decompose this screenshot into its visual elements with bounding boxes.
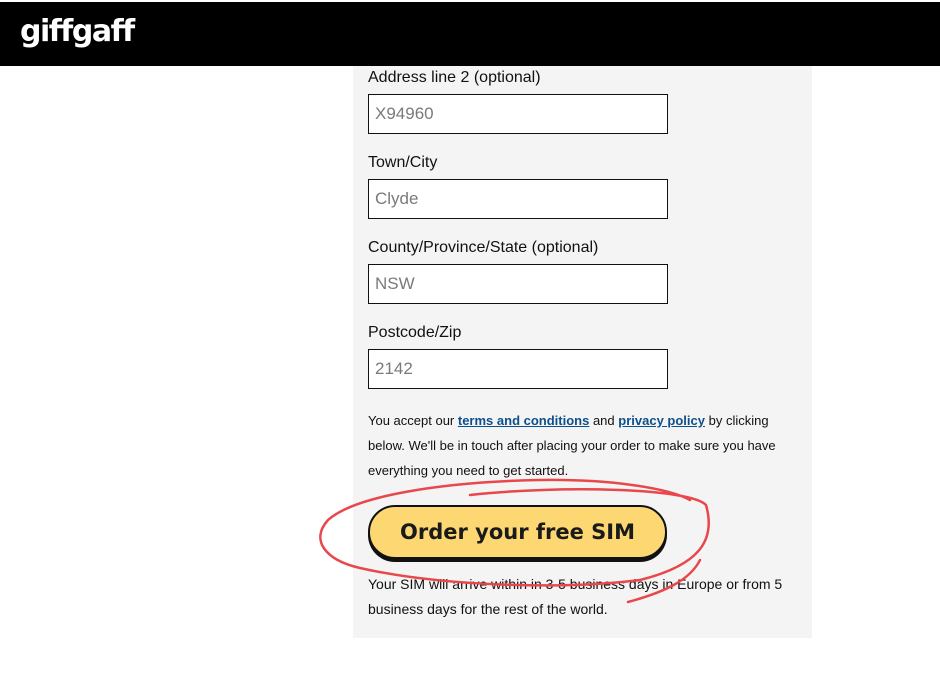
address-line-2-label: Address line 2 (optional)	[368, 69, 541, 86]
postcode-label: Postcode/Zip	[368, 324, 462, 341]
terms-prefix: You accept our	[368, 413, 458, 428]
site-header: giffgaff	[0, 2, 940, 66]
terms-and-conditions-link[interactable]: terms and conditions	[458, 413, 589, 428]
town-city-input[interactable]	[368, 179, 668, 219]
terms-and: and	[589, 413, 619, 428]
town-city-label: Town/City	[368, 154, 438, 171]
address-line-2-input[interactable]	[368, 94, 668, 134]
giffgaff-logo[interactable]: giffgaff	[20, 14, 135, 50]
county-state-label: County/Province/State (optional)	[368, 239, 599, 256]
county-state-input[interactable]	[368, 264, 668, 304]
terms-notice: You accept our terms and conditions and …	[368, 408, 808, 483]
order-free-sim-button[interactable]: Order your free SIM	[368, 505, 667, 559]
delivery-note: Your SIM will arrive within in 3-5 busin…	[368, 576, 783, 617]
privacy-policy-link[interactable]: privacy policy	[618, 413, 705, 428]
postcode-input[interactable]	[368, 349, 668, 389]
